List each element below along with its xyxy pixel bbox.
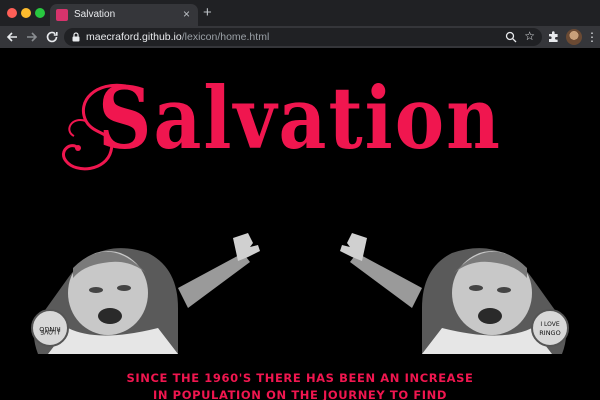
extensions-icon[interactable]: [546, 29, 562, 45]
star-icon[interactable]: ☆: [524, 29, 535, 43]
url-path: /lexicon/home.html: [181, 31, 270, 43]
tab-strip: Salvation × +: [0, 0, 600, 26]
tab-title: Salvation: [74, 9, 116, 20]
svg-text:RINGO: RINGO: [39, 325, 60, 333]
address-bar[interactable]: maecraford.github.io/lexicon/home.html ☆: [64, 28, 542, 46]
tagline-line-2: in population on the journey to find: [152, 388, 448, 400]
close-window-button[interactable]: [7, 8, 17, 18]
page-title: Salvation: [98, 70, 502, 169]
new-tab-button[interactable]: +: [203, 5, 212, 21]
intro-tagline: Since the 1960's there has been an incre…: [0, 370, 600, 400]
favicon-icon: [56, 9, 68, 21]
url-text[interactable]: maecraford.github.io/lexicon/home.html: [86, 31, 269, 43]
tagline-line-1: Since the 1960's there has been an incre…: [126, 371, 474, 385]
zoom-icon[interactable]: [505, 31, 517, 43]
tab-close-icon[interactable]: ×: [183, 7, 190, 21]
lock-icon[interactable]: [71, 32, 81, 42]
crying-fan-image-right: I LOVE RINGO: [340, 233, 569, 354]
maximize-window-button[interactable]: [35, 8, 45, 18]
svg-text:RINGO: RINGO: [539, 329, 560, 337]
reload-icon[interactable]: [44, 29, 60, 45]
tab-salvation[interactable]: Salvation ×: [50, 4, 198, 26]
crying-fan-image-left: I LOVE RINGO: [31, 233, 260, 354]
back-icon[interactable]: [4, 29, 20, 45]
profile-avatar[interactable]: [566, 29, 582, 45]
page-content: Salvation I LOVE RINGO I LOVE RINGO SINC…: [0, 48, 600, 400]
menu-icon[interactable]: ⋮: [586, 29, 598, 45]
browser-toolbar: maecraford.github.io/lexicon/home.html ☆…: [0, 26, 600, 48]
minimize-window-button[interactable]: [21, 8, 31, 18]
url-host: maecraford.github.io: [86, 31, 182, 43]
badge-text-right: I LOVE: [540, 321, 560, 328]
forward-icon[interactable]: [24, 29, 40, 45]
